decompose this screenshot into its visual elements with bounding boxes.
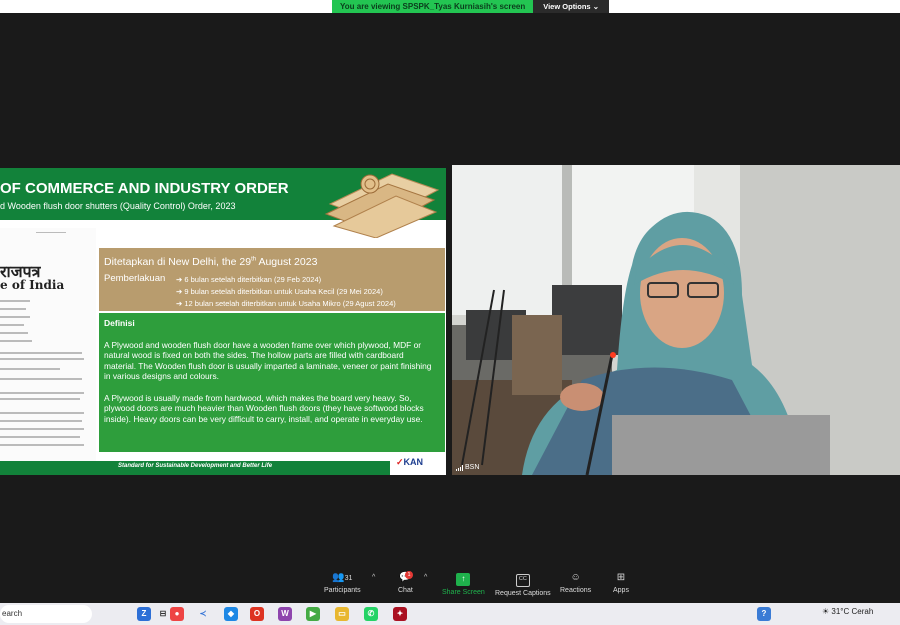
gazette-line: [0, 420, 82, 422]
pemberlakuan-item: ➔ 12 bulan setelah diterbitkan untuk Usa…: [176, 299, 396, 308]
weather-text: Cerah: [851, 607, 874, 616]
reactions-label: Reactions: [560, 587, 592, 594]
wood-panels-image: [324, 173, 440, 238]
gazette-line: [0, 308, 26, 310]
meeting-stage: OF COMMERCE AND INDUSTRY ORDER d Wooden …: [0, 13, 900, 570]
definisi-heading: Definisi: [104, 318, 135, 328]
kan-logo-text: KAN: [403, 457, 424, 467]
pemberlakuan-label: Pemberlakuan: [104, 273, 166, 284]
share-screen-label: Share Screen: [442, 589, 485, 596]
screen-share-banner: You are viewing SPSPK_Tyas Kurniasih's s…: [332, 0, 609, 13]
share-screen-button[interactable]: ↑ Share Screen: [442, 572, 485, 596]
chevron-down-icon: ⌄: [592, 2, 599, 11]
kan-logo-mark: ✓KAN: [396, 457, 424, 467]
apps-label: Apps: [613, 587, 629, 594]
media-icon[interactable]: ▶: [306, 607, 320, 621]
opera-icon[interactable]: O: [250, 607, 264, 621]
app-icon-red[interactable]: ✦: [393, 607, 407, 621]
established-suffix: August 2023: [256, 256, 318, 268]
gazette-line: [0, 392, 84, 394]
participants-button[interactable]: 👥31 Participants: [324, 572, 361, 594]
vscode-icon[interactable]: ≺: [196, 607, 210, 621]
shared-screen-slide: OF COMMERCE AND INDUSTRY ORDER d Wooden …: [0, 168, 446, 475]
participant-name-tag: BSN: [456, 464, 479, 471]
established-prefix: Ditetapkan di New Delhi, the 29: [104, 256, 252, 268]
pemberlakuan-item: ➔ 6 bulan setelah diterbitkan (29 Feb 20…: [176, 275, 322, 284]
taskbar-search-box[interactable]: earch: [0, 605, 92, 623]
gazette-line: [0, 378, 82, 380]
top-bar: You are viewing SPSPK_Tyas Kurniasih's s…: [0, 0, 900, 13]
gazette-line: [0, 368, 60, 370]
view-options-button[interactable]: View Options ⌄: [533, 0, 609, 13]
gazette-document-image: राजपत्र e of India: [0, 228, 96, 468]
gazette-line: [0, 358, 84, 360]
signal-icon: [456, 464, 463, 471]
gazette-line: [0, 428, 84, 430]
windows-taskbar: earch Z ⊟ ● ≺ ◆ O W ▶ ▭ ✆ ✦ ? ☀ 31°C Cer…: [0, 603, 900, 625]
chrome-icon[interactable]: ●: [170, 607, 184, 621]
gazette-line: [0, 398, 80, 400]
participants-caret-icon[interactable]: ^: [372, 574, 375, 581]
weather-widget[interactable]: ☀ 31°C Cerah: [822, 607, 873, 616]
gazette-line: [0, 300, 30, 302]
chat-label: Chat: [398, 587, 413, 594]
share-screen-icon: ↑: [456, 573, 471, 586]
gazette-line: [36, 232, 66, 233]
participant-video[interactable]: BSN: [452, 165, 900, 475]
sun-icon: ☀: [822, 607, 830, 616]
meeting-controls: 👥31 Participants ^ 💬1 Chat ^ ↑ Share Scr…: [0, 570, 900, 603]
definition-paragraph-1: A Plywood and wooden flush door have a w…: [104, 340, 432, 382]
chat-badge: 1: [405, 571, 413, 579]
slide-title: OF COMMERCE AND INDUSTRY ORDER: [0, 180, 289, 197]
gazette-line: [0, 332, 28, 334]
participants-icon: 👥31: [332, 572, 353, 583]
chat-button[interactable]: 💬1 Chat: [398, 571, 413, 594]
pemberlakuan-item: ➔ 9 bulan setelah diterbitkan untuk Usah…: [176, 287, 383, 296]
participant-name: BSN: [465, 464, 480, 471]
apps-button[interactable]: ⊞ Apps: [613, 572, 629, 594]
chat-icon: 💬1: [398, 571, 413, 585]
gazette-line: [0, 352, 82, 354]
task-view-icon[interactable]: ⊟: [156, 607, 170, 621]
viewing-screen-text: You are viewing SPSPK_Tyas Kurniasih's s…: [332, 0, 534, 13]
gazette-line: [0, 412, 84, 414]
request-captions-label: Request Captions: [495, 590, 551, 597]
enactment-box: Ditetapkan di New Delhi, the 29th August…: [99, 248, 445, 311]
kan-logo: ✓KAN: [392, 455, 446, 475]
participants-label: Participants: [324, 587, 361, 594]
apps-icon: ⊞: [616, 572, 626, 583]
gazette-line: [0, 316, 30, 318]
app-icon[interactable]: W: [278, 607, 292, 621]
whatsapp-icon[interactable]: ✆: [364, 607, 378, 621]
weather-temp: 31°C: [831, 607, 850, 616]
slide-subtitle: d Wooden flush door shutters (Quality Co…: [0, 201, 236, 211]
reactions-icon: ☺: [570, 572, 581, 583]
definition-paragraph-2: A Plywood is usually made from hardwood,…: [104, 393, 424, 424]
slide-footer: Standard for Sustainable Development and…: [0, 461, 390, 475]
definition-box: Definisi A Plywood and wooden flush door…: [99, 313, 445, 452]
request-captions-button[interactable]: CC Request Captions: [495, 572, 551, 597]
participant-video-image: [452, 165, 900, 475]
folder-icon[interactable]: ▭: [335, 607, 349, 621]
dropbox-icon[interactable]: ◆: [224, 607, 238, 621]
captions-icon: CC: [515, 574, 530, 587]
gazette-subtitle: e of India: [0, 278, 65, 292]
slide-footer-text: Standard for Sustainable Development and…: [118, 463, 273, 469]
gazette-line: [0, 436, 80, 438]
gazette-line: [0, 340, 32, 342]
chat-caret-icon[interactable]: ^: [424, 574, 427, 581]
help-icon[interactable]: ?: [757, 607, 771, 621]
reactions-button[interactable]: ☺ Reactions: [560, 572, 591, 594]
gazette-line: [0, 324, 24, 326]
gazette-line: [0, 444, 84, 446]
participants-count: 31: [344, 575, 353, 582]
taskbar-search-text: earch: [2, 609, 23, 618]
established-text: Ditetapkan di New Delhi, the 29th August…: [104, 256, 317, 268]
zoom-app-icon[interactable]: Z: [137, 607, 151, 621]
view-options-label: View Options: [543, 2, 591, 11]
